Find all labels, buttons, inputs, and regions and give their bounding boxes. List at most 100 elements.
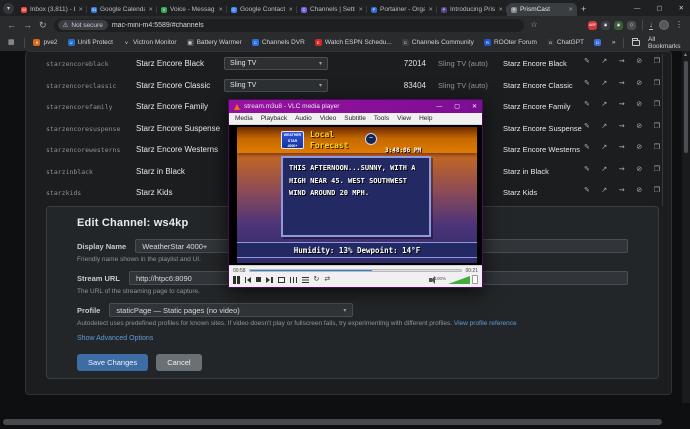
bookmark-item[interactable]: C Channels DVR — [252, 39, 305, 46]
browser-tab[interactable]: P PrismCast ✕ — [507, 3, 577, 16]
tab-close-icon[interactable]: ✕ — [288, 7, 293, 13]
close-icon[interactable]: ✕ — [679, 4, 684, 12]
volume-control[interactable]: 100% — [429, 275, 478, 284]
bookmark-item[interactable]: E Watch ESPN Schedu... — [315, 39, 392, 46]
vlc-close-icon[interactable]: ✕ — [472, 103, 477, 110]
profile-avatar[interactable] — [659, 20, 669, 30]
horizontal-scrollbar[interactable] — [3, 419, 675, 425]
apps-grid-icon[interactable]: ▦ — [8, 39, 15, 46]
horizontal-scrollbar-thumb[interactable] — [3, 419, 662, 425]
open-stream-icon[interactable]: ↗ — [601, 166, 607, 173]
disable-icon[interactable]: ⊘ — [636, 187, 642, 194]
duplicate-icon[interactable]: ❐ — [654, 123, 660, 130]
edit-icon[interactable]: ✎ — [584, 144, 590, 151]
tab-close-icon[interactable]: ✕ — [78, 7, 83, 13]
all-bookmarks-label[interactable]: All Bookmarks — [648, 36, 682, 50]
duplicate-icon[interactable]: ❐ — [654, 144, 660, 151]
bookmark-item[interactable]: R ROOter Forum — [484, 39, 537, 46]
probe-icon[interactable]: ⇝ — [619, 58, 625, 65]
tab-close-icon[interactable]: ✕ — [148, 7, 153, 13]
scroll-up-icon[interactable]: ▲ — [683, 52, 688, 58]
disable-icon[interactable]: ⊘ — [636, 58, 642, 65]
vlc-menu-item[interactable]: Playback — [261, 115, 287, 122]
disable-icon[interactable]: ⊘ — [636, 144, 642, 151]
vlc-menu-item[interactable]: Video — [320, 115, 337, 122]
vlc-menu-item[interactable]: Audio — [295, 115, 312, 122]
volume-thumb[interactable] — [472, 275, 478, 284]
extended-settings-icon[interactable] — [290, 277, 297, 283]
disable-icon[interactable]: ⊘ — [636, 123, 642, 130]
bookmark-item[interactable]: U Unifi Protect — [68, 39, 113, 46]
probe-icon[interactable]: ⇝ — [619, 101, 625, 108]
forward-icon[interactable]: → — [23, 21, 32, 30]
edit-icon[interactable]: ✎ — [584, 187, 590, 194]
stop-icon[interactable] — [256, 277, 261, 282]
bookmark-item[interactable]: ✕ pve2 — [33, 39, 57, 46]
fullscreen-icon[interactable] — [278, 277, 285, 283]
browser-tab[interactable]: M Inbox (3,811) - b ✕ — [17, 3, 87, 16]
browser-tab[interactable]: 31 Google Calenda ✕ — [87, 3, 157, 16]
profile-reference-link[interactable]: View profile reference — [454, 320, 517, 327]
seek-bar[interactable] — [249, 269, 463, 272]
bookmark-item[interactable]: V Victron Monitor — [123, 39, 177, 46]
open-stream-icon[interactable]: ↗ — [601, 80, 607, 87]
edit-icon[interactable]: ✎ — [584, 166, 590, 173]
download-icon[interactable]: ↓ — [649, 21, 653, 30]
show-advanced-link[interactable]: Show Advanced Options — [77, 335, 628, 342]
probe-icon[interactable]: ⇝ — [619, 166, 625, 173]
edit-icon[interactable]: ✎ — [584, 123, 590, 130]
save-button[interactable]: Save Changes — [77, 354, 148, 371]
bookmark-item[interactable]: G ChatGPT — [547, 39, 584, 46]
duplicate-icon[interactable]: ❐ — [654, 187, 660, 194]
probe-icon[interactable]: ⇝ — [619, 80, 625, 87]
next-icon[interactable] — [266, 277, 273, 283]
tab-close-icon[interactable]: ✕ — [428, 7, 433, 13]
open-stream-icon[interactable]: ↗ — [601, 101, 607, 108]
bookmarks-overflow-icon[interactable]: » — [612, 39, 616, 46]
security-chip[interactable]: ⚠ Not secure — [58, 20, 108, 30]
vertical-scrollbar-thumb[interactable] — [684, 61, 688, 153]
volume-slider[interactable] — [448, 276, 470, 284]
playlist-icon[interactable] — [302, 277, 309, 283]
vertical-scrollbar[interactable]: ▲ — [682, 51, 690, 403]
browser-tab[interactable]: P Introducing Pris ✕ — [437, 3, 507, 16]
duplicate-icon[interactable]: ❐ — [654, 101, 660, 108]
disable-icon[interactable]: ⊘ — [636, 101, 642, 108]
tab-search-icon[interactable]: ▾ — [3, 3, 14, 14]
duplicate-icon[interactable]: ❐ — [654, 58, 660, 65]
browser-tab[interactable]: C Channels | Setti ✕ — [297, 3, 367, 16]
extension-icon[interactable]: ABP — [588, 21, 597, 30]
pause-icon[interactable] — [233, 276, 240, 284]
probe-icon[interactable]: ⇝ — [619, 187, 625, 194]
profile-select[interactable]: staticPage — Static pages (no video) ▾ — [109, 303, 353, 317]
open-stream-icon[interactable]: ↗ — [601, 123, 607, 130]
disable-icon[interactable]: ⊘ — [636, 166, 642, 173]
vlc-menu-item[interactable]: Subtitle — [344, 115, 366, 122]
duplicate-icon[interactable]: ❐ — [654, 80, 660, 87]
previous-icon[interactable] — [245, 277, 252, 283]
open-stream-icon[interactable]: ↗ — [601, 144, 607, 151]
vlc-menu-item[interactable]: View — [397, 115, 411, 122]
probe-icon[interactable]: ⇝ — [619, 144, 625, 151]
vlc-menu-item[interactable]: Tools — [374, 115, 389, 122]
cancel-button[interactable]: Cancel — [156, 354, 201, 371]
address-bar[interactable]: ⚠ Not secure mac-mini-m4:5589/#channels — [54, 19, 524, 32]
vlc-titlebar[interactable]: stream.m3u8 - VLC media player — ▢ ✕ — [229, 100, 482, 113]
edit-icon[interactable]: ✎ — [584, 80, 590, 87]
browser-tab[interactable]: V Voice - Messag ✕ — [157, 3, 227, 16]
vlc-minimize-icon[interactable]: — — [436, 104, 442, 110]
extension-icon[interactable]: ▣ — [601, 21, 610, 30]
shuffle-icon[interactable]: ⇄ — [324, 276, 330, 283]
tab-close-icon[interactable]: ✕ — [568, 7, 573, 13]
bookmark-item[interactable]: ▦ Battery Warmer — [187, 39, 242, 46]
bookmark-item[interactable]: D DeepSeek — [594, 39, 603, 46]
back-icon[interactable]: ← — [7, 21, 16, 30]
tab-close-icon[interactable]: ✕ — [218, 7, 223, 13]
source-select[interactable]: Sling TV ▾ — [224, 57, 328, 70]
vlc-menu-item[interactable]: Help — [419, 115, 432, 122]
reload-icon[interactable]: ↻ — [39, 21, 47, 30]
url-text[interactable]: mac-mini-m4:5589/#channels — [112, 22, 204, 29]
loop-icon[interactable]: ↻ — [314, 276, 320, 283]
minimize-icon[interactable]: — — [634, 5, 641, 12]
edit-icon[interactable]: ✎ — [584, 101, 590, 108]
